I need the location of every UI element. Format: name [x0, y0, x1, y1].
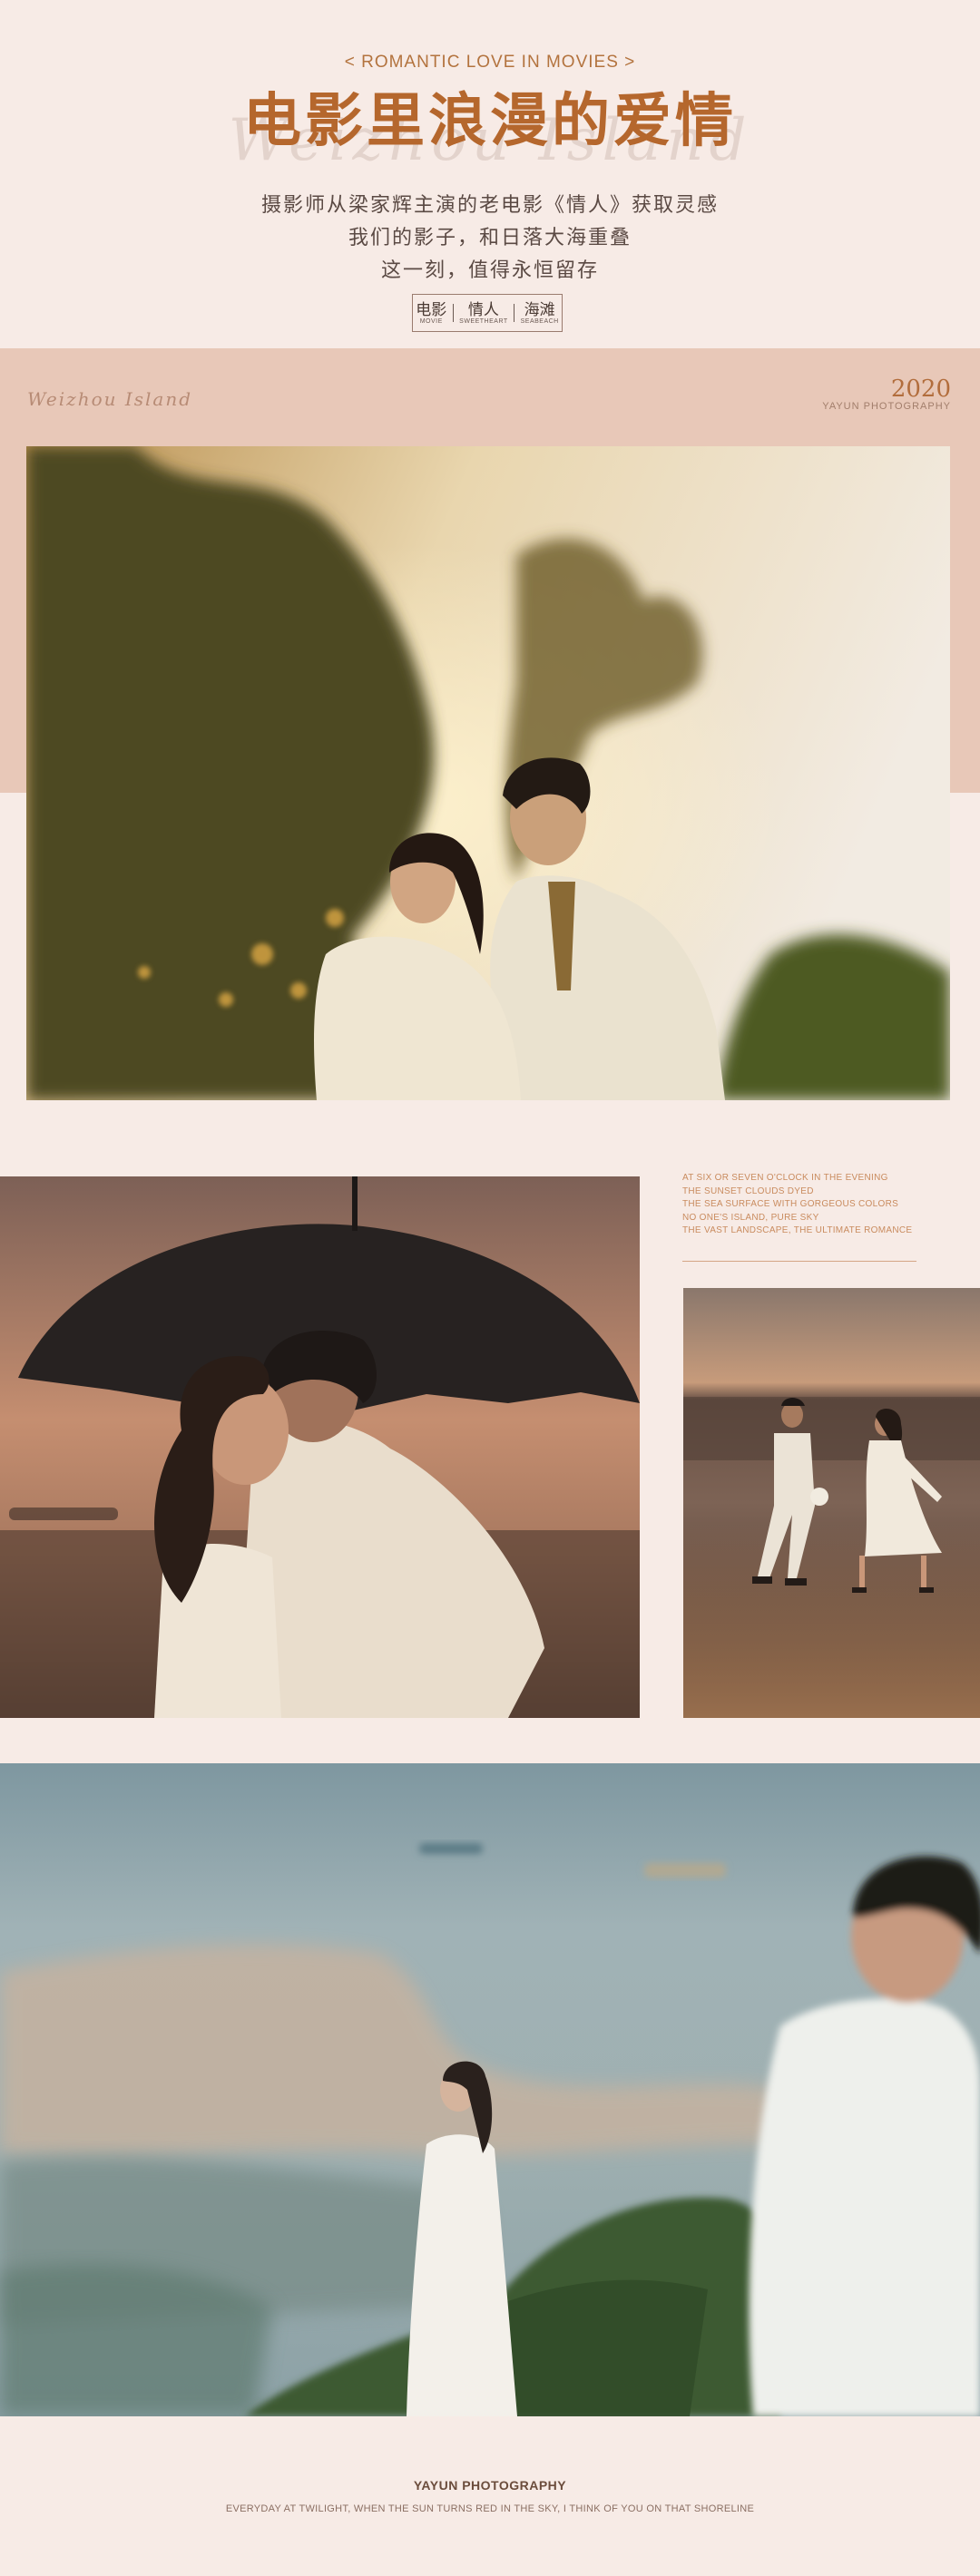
tag-label-en: SWEETHEART [459, 318, 508, 325]
photo-couple-sunset [26, 446, 950, 1100]
poem-line: THE SEA SURFACE WITH GORGEOUS COLORS [682, 1199, 899, 1209]
band-year: 2020 [890, 376, 951, 403]
footer-title: YAYUN PHOTOGRAPHY [413, 2478, 567, 2493]
photo-beach-walk [683, 1288, 980, 1718]
poem-line: THE SUNSET CLOUDS DYED [682, 1186, 814, 1196]
photo-seaside-cliff [0, 1763, 980, 2416]
tag-label-en: MOVIE [419, 318, 443, 325]
photo-couple-sunset-art [26, 446, 950, 1100]
tag-label-en: SEABEACH [520, 318, 559, 325]
intro-line-1: 摄影师从梁家辉主演的老电影《情人》获取灵感 [260, 193, 719, 216]
poem-block: AT SIX OR SEVEN O'CLOCK IN THE EVENING T… [682, 1172, 912, 1238]
photo-beach-walk-art [683, 1288, 980, 1718]
band-studio: YAYUN PHOTOGRAPHY [822, 401, 951, 412]
tag-label-cn: 电影 [416, 301, 447, 318]
tag-label-cn: 情人 [467, 301, 499, 318]
header-kicker: < ROMANTIC LOVE IN MOVIES > [344, 53, 636, 72]
poem-divider [682, 1261, 916, 1262]
tag-label-cn: 海滩 [524, 301, 555, 318]
poem-line: NO ONE'S ISLAND, PURE SKY [682, 1212, 819, 1223]
tag-divider [452, 304, 454, 322]
tag-movie: 电影 MOVIE [416, 301, 446, 325]
intro-line-3: 这一刻，值得永恒留存 [380, 259, 599, 281]
poem-line: THE VAST LANDSCAPE, THE ULTIMATE ROMANCE [682, 1225, 913, 1235]
tag-seabeach: 海滩 SEABEACH [521, 301, 559, 325]
photo-umbrella-kiss-art [0, 1176, 640, 1718]
intro-line-2: 我们的影子，和日落大海重叠 [348, 226, 632, 249]
tag-box: 电影 MOVIE 情人 SWEETHEART 海滩 SEABEACH [412, 294, 563, 332]
band-signature: Weizhou Island [27, 388, 193, 410]
poem-line: AT SIX OR SEVEN O'CLOCK IN THE EVENING [682, 1173, 888, 1183]
photo-seaside-cliff-art [0, 1763, 980, 2416]
tag-sweetheart: 情人 SWEETHEART [459, 301, 508, 325]
photo-umbrella-kiss [0, 1176, 640, 1718]
footer-subtitle: EVERYDAY AT TWILIGHT, WHEN THE SUN TURNS… [225, 2503, 755, 2514]
page-title: 电影里浪漫的爱情 [243, 87, 737, 155]
